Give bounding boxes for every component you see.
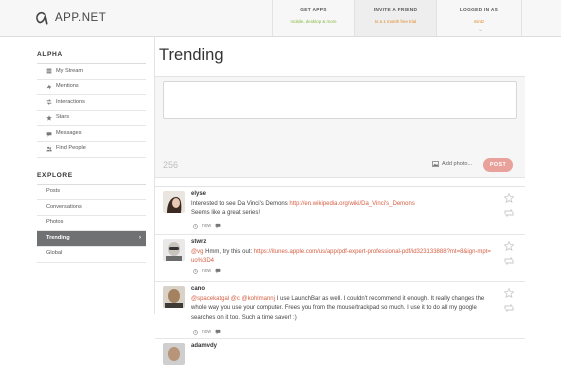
top-header: APP.NET GET APPS mobile, desktop & more … <box>0 0 561 37</box>
nav-get-apps-sub: mobile, desktop & more <box>290 19 337 24</box>
chevron-right-icon: › <box>139 234 141 241</box>
sidebar-item-label: Posts <box>46 188 60 195</box>
nav-username: mintz <box>473 19 485 24</box>
sidebar-item-posts[interactable]: Posts <box>37 185 146 201</box>
compose-textarea[interactable] <box>163 81 517 119</box>
post-item: cano @spacekatgal @c @kohlmannj I use La… <box>155 282 525 339</box>
avatar[interactable] <box>163 239 185 261</box>
people-icon <box>46 146 52 152</box>
star-post-icon[interactable] <box>504 288 514 298</box>
post-link[interactable]: http://en.wikipedia.org/wiki/Da_Vinci's_… <box>289 201 414 207</box>
repost-icon[interactable] <box>504 257 514 265</box>
sidebar-item-label: Global <box>46 250 63 257</box>
nav-invite-title: INVITE A FRIEND <box>373 8 418 13</box>
nav-get-apps-title: GET APPS <box>300 8 327 13</box>
sidebar: ALPHA My Stream Mentions Interactions St… <box>37 47 146 263</box>
post-meta: now <box>193 223 221 229</box>
main-content: Trending 256 Add photo... POST elyse Int… <box>154 36 525 365</box>
post-item: elyse Interested to see Da Vinci's Demon… <box>155 187 525 235</box>
brand-name: APP.NET <box>55 12 107 24</box>
post-item: stwrz @vg Hmm, try this out: https://itu… <box>155 235 525 282</box>
post-composer: 256 Add photo... POST <box>155 76 525 178</box>
post-mention[interactable]: @spacekatgal @c @kohlmannj <box>191 296 275 302</box>
mentions-icon <box>46 84 52 90</box>
post-feed: elyse Interested to see Da Vinci's Demon… <box>155 186 525 365</box>
nav-logged-in-title: LOGGED IN AS <box>459 8 499 13</box>
post-body-continued: Seems like a great series! <box>191 210 261 217</box>
post-time[interactable]: now <box>202 268 211 274</box>
sidebar-item-global[interactable]: Global <box>37 247 146 263</box>
nav-invite-sub: to a 1 month free trial <box>374 19 417 24</box>
add-photo-label: Add photo... <box>442 161 473 167</box>
avatar[interactable] <box>163 343 185 365</box>
clock-icon <box>193 329 198 335</box>
post-mention[interactable]: @vg <box>191 249 203 255</box>
sidebar-item-label: Messages <box>56 129 82 136</box>
sidebar-item-label: Interactions <box>56 98 85 105</box>
sidebar-item-stars[interactable]: Stars <box>37 111 146 127</box>
sidebar-item-label: My Stream <box>56 67 84 74</box>
post-text: @vg Hmm, try this out: https://itunes.ap… <box>191 248 491 267</box>
post-meta: now <box>193 329 221 335</box>
avatar[interactable] <box>163 286 185 308</box>
sidebar-section-alpha: ALPHA <box>37 47 146 64</box>
sidebar-item-label: Stars <box>56 114 70 121</box>
page-title: Trending <box>159 46 224 64</box>
clock-icon <box>193 268 198 274</box>
sidebar-item-label: Find People <box>56 145 86 152</box>
clock-icon <box>193 223 198 229</box>
star-post-icon[interactable] <box>504 241 514 251</box>
character-count: 256 <box>163 160 179 170</box>
sidebar-item-interactions[interactable]: Interactions <box>37 95 146 111</box>
post-meta: now <box>193 268 221 274</box>
stream-icon <box>46 68 52 74</box>
sidebar-item-mentions[interactable]: Mentions <box>37 80 146 96</box>
chevron-down-icon[interactable]: ⌄ <box>478 26 483 33</box>
post-time[interactable]: now <box>202 223 211 229</box>
sidebar-item-find-people[interactable]: Find People <box>37 142 146 158</box>
add-photo-button[interactable]: Add photo... <box>432 161 472 167</box>
photo-icon <box>432 161 439 167</box>
star-icon <box>46 115 52 121</box>
interactions-icon <box>46 99 52 106</box>
sidebar-item-my-stream[interactable]: My Stream <box>37 64 146 80</box>
sidebar-item-messages[interactable]: Messages <box>37 126 146 142</box>
sidebar-item-label: Trending <box>46 234 70 241</box>
post-text: Interested to see Da Vinci's Demons http… <box>191 200 491 219</box>
brand-logo[interactable]: APP.NET <box>34 9 106 27</box>
nav-get-apps[interactable]: GET APPS mobile, desktop & more <box>272 0 354 36</box>
sidebar-item-label: Photos <box>46 219 64 226</box>
post-body: Interested to see Da Vinci's Demons <box>191 201 290 207</box>
post-time[interactable]: now <box>202 329 211 335</box>
top-nav: GET APPS mobile, desktop & more INVITE A… <box>272 0 522 36</box>
reply-icon[interactable] <box>215 329 221 335</box>
nav-invite-friend[interactable]: INVITE A FRIEND to a 1 month free trial <box>354 0 436 36</box>
sidebar-section-explore: EXPLORE <box>37 168 146 185</box>
sidebar-item-label: Mentions <box>56 83 79 90</box>
repost-icon[interactable] <box>504 304 514 312</box>
sidebar-item-trending[interactable]: Trending › <box>37 231 146 247</box>
alpha-logo-icon <box>36 11 48 25</box>
post-username[interactable]: stwrz <box>191 239 206 245</box>
reply-icon[interactable] <box>215 268 221 274</box>
post-item: adamvdy <box>155 339 525 365</box>
reply-icon[interactable] <box>215 223 221 229</box>
repost-icon[interactable] <box>504 209 514 217</box>
post-text: @spacekatgal @c @kohlmannj I use LaunchB… <box>191 295 491 323</box>
sidebar-item-label: Conversations <box>46 203 82 210</box>
sidebar-item-conversations[interactable]: Conversations <box>37 200 146 216</box>
post-username[interactable]: adamvdy <box>191 343 217 349</box>
avatar[interactable] <box>163 191 185 213</box>
post-body: Hmm, try this out: <box>203 249 254 255</box>
post-username[interactable]: elyse <box>191 191 206 197</box>
star-post-icon[interactable] <box>504 193 514 203</box>
sidebar-item-photos[interactable]: Photos <box>37 216 146 232</box>
post-button[interactable]: POST <box>483 158 513 172</box>
post-username[interactable]: cano <box>191 286 205 292</box>
messages-icon <box>46 131 52 137</box>
